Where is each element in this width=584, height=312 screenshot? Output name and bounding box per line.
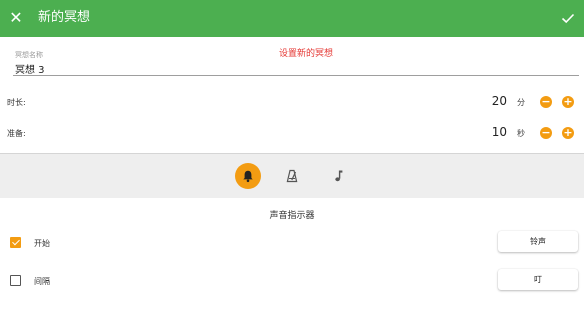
preparation-label: 准备: [7, 129, 26, 138]
check-icon[interactable] [558, 8, 578, 28]
interval-label: 间隔 [34, 277, 50, 286]
duration-unit: 分 [517, 98, 525, 107]
preparation-unit: 秒 [517, 129, 525, 138]
bell-icon [243, 170, 253, 183]
interval-checkbox[interactable] [10, 275, 21, 286]
duration-decrement-button[interactable]: − [540, 96, 552, 108]
name-field[interactable] [15, 60, 578, 76]
start-sound-button[interactable]: 铃声 [498, 231, 578, 252]
music-note-icon [335, 170, 343, 182]
tab-music[interactable] [325, 163, 351, 189]
form-hint: 设置新的冥想 [279, 49, 334, 59]
interval-sound-button[interactable]: 叮 [498, 269, 578, 290]
preparation-value: 10 [491, 125, 507, 139]
duration-label: 时长: [7, 98, 26, 107]
duration-increment-button[interactable]: + [562, 96, 574, 108]
name-field-underline [13, 75, 579, 76]
duration-value: 20 [491, 94, 507, 108]
preparation-increment-button[interactable]: + [562, 127, 574, 139]
indicator-row-interval: 间隔 叮 [0, 268, 584, 294]
name-field-label: 冥想名称 [15, 51, 43, 59]
close-icon[interactable]: ✕ [6, 8, 26, 28]
start-checkbox[interactable] [10, 237, 21, 248]
meditation-form: 冥想名称 设置新的冥想 时长: 20 分 − + 准备: 10 秒 − + [0, 37, 584, 154]
duration-row: 时长: 20 分 − + [0, 89, 584, 115]
preparation-row: 准备: 10 秒 − + [0, 120, 584, 146]
app-bar: ✕ 新的冥想 [0, 0, 584, 37]
preparation-decrement-button[interactable]: − [540, 127, 552, 139]
start-label: 开始 [34, 239, 50, 248]
tab-metronome[interactable] [279, 163, 305, 189]
tab-bell[interactable] [235, 163, 261, 189]
sound-tab-bar [0, 154, 584, 198]
section-title: 声音指示器 [269, 211, 315, 221]
page-title: 新的冥想 [38, 10, 91, 25]
metronome-icon [286, 169, 298, 183]
indicator-row-start: 开始 铃声 [0, 230, 584, 256]
